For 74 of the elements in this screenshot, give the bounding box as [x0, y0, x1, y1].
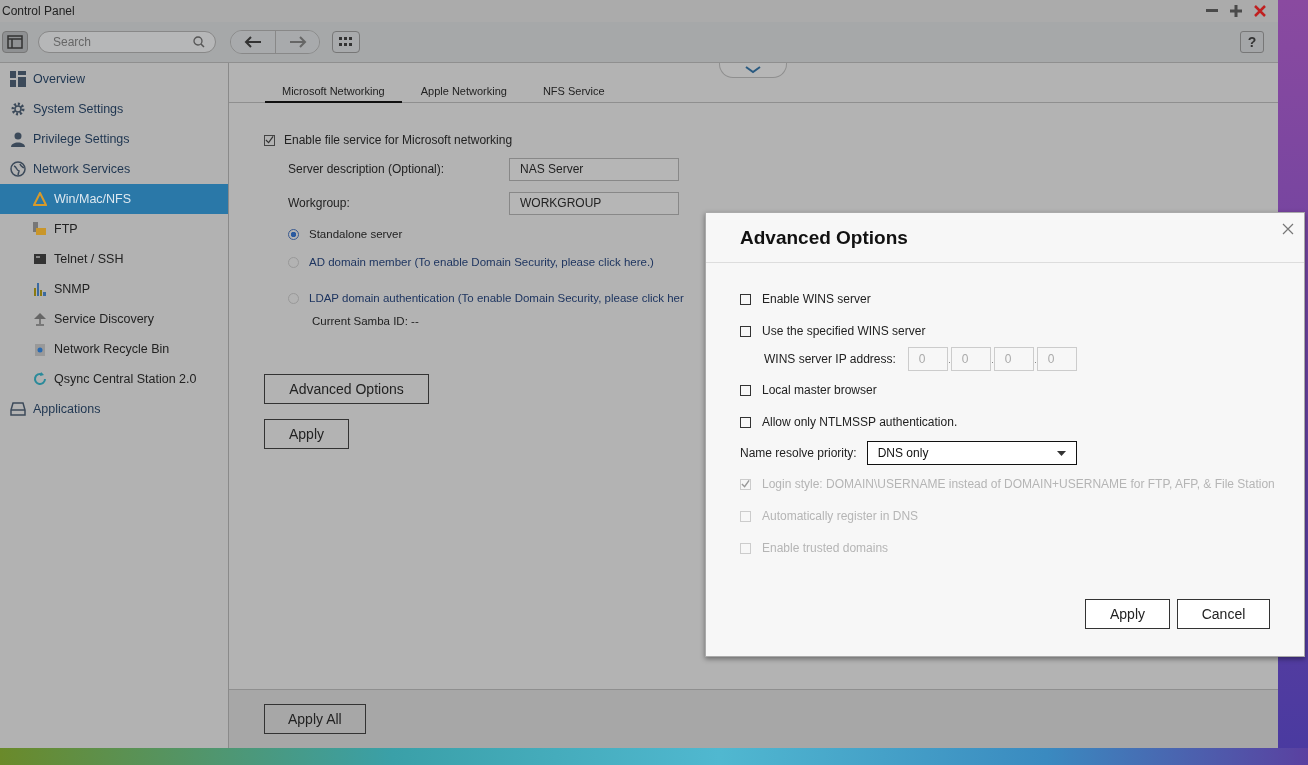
checkbox-label: Allow only NTLMSSP authentication.: [762, 415, 958, 429]
sync-icon: [33, 372, 47, 386]
gear-icon: [10, 101, 26, 117]
collapse-handle[interactable]: [719, 63, 787, 78]
grid-icon: [339, 37, 353, 47]
caret-icon: [1056, 450, 1066, 456]
radio-label[interactable]: AD domain member (To enable Domain Security, please click here.): [309, 256, 654, 268]
drive-icon: [10, 401, 26, 417]
sidebar-item[interactable]: Applications: [0, 394, 228, 424]
tab[interactable]: Apple Networking: [403, 85, 524, 102]
sidebar-item[interactable]: Telnet / SSH: [0, 244, 228, 274]
folder-icon: [33, 222, 47, 236]
grid-icon: [10, 71, 26, 87]
checkbox[interactable]: [740, 416, 751, 428]
field-label: Name resolve priority:: [740, 446, 857, 460]
bar-chart-icon: [33, 282, 47, 296]
checkbox-label: Local master browser: [762, 383, 877, 397]
radio-label: Standalone server: [309, 228, 403, 240]
sidebar-item[interactable]: Network Recycle Bin: [0, 334, 228, 364]
samba-id-text: Current Samba ID: --: [312, 315, 419, 327]
checkbox-label: Automatically register in DNS: [762, 509, 919, 523]
search-input[interactable]: Search: [51, 34, 193, 50]
globe-icon: [10, 161, 26, 177]
terminal-icon: [33, 252, 47, 266]
checkbox-label: Enable WINS server: [762, 292, 871, 306]
checkbox[interactable]: [264, 134, 275, 146]
sidebar-toggle-button[interactable]: [2, 31, 28, 53]
close-icon[interactable]: [1254, 5, 1266, 17]
window-title: Control Panel: [2, 4, 75, 18]
arrow-right-icon: [288, 36, 307, 48]
checkbox-label: Use the specified WINS server: [762, 324, 926, 338]
sidebar-item[interactable]: Win/Mac/NFS: [0, 184, 228, 214]
close-icon[interactable]: [1282, 223, 1294, 235]
dialog-title: Advanced Options: [740, 226, 908, 249]
cancel-button[interactable]: Cancel: [1177, 599, 1270, 629]
search-field[interactable]: Search: [38, 31, 216, 53]
maximize-icon[interactable]: [1230, 5, 1242, 17]
checkbox[interactable]: [740, 325, 751, 337]
dropdown[interactable]: DNS only: [866, 441, 1077, 465]
apply-all-button[interactable]: Apply All: [264, 704, 366, 734]
checkbox[interactable]: [740, 293, 751, 305]
checkbox[interactable]: [740, 384, 751, 396]
sidebar-item[interactable]: Privilege Settings: [0, 124, 228, 154]
tab[interactable]: Microsoft Networking: [265, 85, 402, 103]
field-label: WINS server IP address:: [764, 352, 896, 366]
minimize-icon[interactable]: [1206, 9, 1218, 13]
text-field[interactable]: WORKGROUP: [509, 191, 679, 215]
radio-button[interactable]: [288, 228, 299, 240]
tab[interactable]: NFS Service: [525, 85, 622, 102]
sidebar-item[interactable]: FTP: [0, 214, 228, 244]
sidebar-item[interactable]: Service Discovery: [0, 304, 228, 334]
user-icon: [10, 131, 26, 147]
text-field[interactable]: NAS Server: [509, 157, 679, 181]
arrow-left-icon: [244, 36, 262, 48]
apply-button[interactable]: Apply: [1085, 599, 1170, 629]
checkbox-label: Enable file service for Microsoft networking: [284, 133, 513, 147]
triangle-icon: [33, 192, 47, 206]
checkbox-label: Login style: DOMAIN\USERNAME instead of DOMAIN+USERNAME for FTP, AFP, & File Station: [762, 477, 1275, 491]
panel-icon: [7, 35, 23, 49]
field-label: Workgroup:: [288, 196, 351, 210]
search-icon: [193, 36, 205, 48]
sidebar-item[interactable]: Network Services: [0, 154, 228, 184]
forward-button[interactable]: [275, 31, 319, 53]
field-label: Server description (Optional):: [288, 162, 446, 176]
advanced-options-button[interactable]: Advanced Options: [264, 374, 429, 404]
sidebar-item[interactable]: SNMP: [0, 274, 228, 304]
sidebar-item[interactable]: System Settings: [0, 94, 228, 124]
sidebar-item[interactable]: Overview: [0, 64, 228, 94]
help-button[interactable]: ?: [1240, 31, 1264, 53]
apply-button[interactable]: Apply: [264, 419, 350, 449]
radio-label[interactable]: LDAP domain authentication (To enable Domain Security, please click her: [309, 292, 684, 304]
apps-grid-button[interactable]: [332, 31, 360, 53]
checkbox-label: Enable trusted domains: [762, 541, 889, 555]
sidebar-item[interactable]: Qsync Central Station 2.0: [0, 364, 228, 394]
